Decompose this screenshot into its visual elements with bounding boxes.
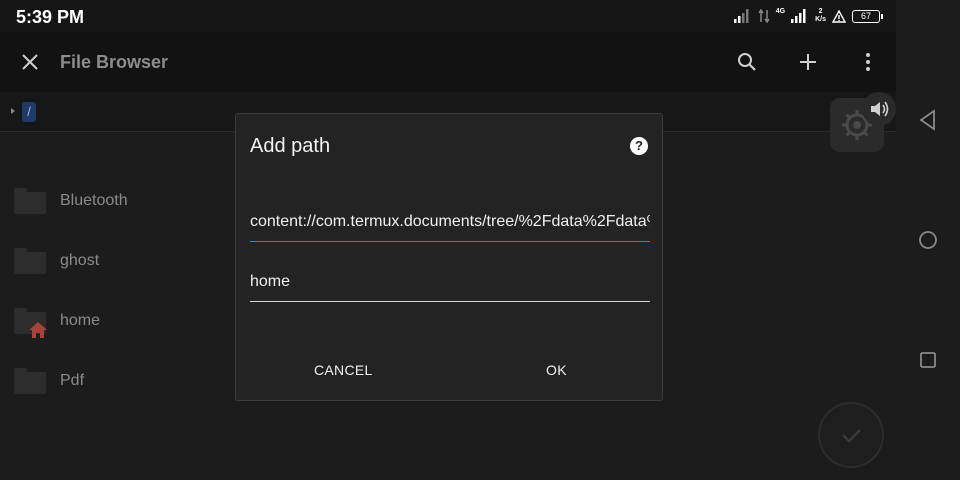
confirm-fab[interactable] bbox=[818, 402, 884, 468]
help-icon[interactable]: ? bbox=[630, 137, 648, 155]
signal-strong-icon bbox=[791, 9, 806, 23]
navigation-bar bbox=[896, 0, 960, 480]
screen: 5:39 PM 4G 2 K/s 67 File Browser / Bluet… bbox=[0, 0, 960, 480]
app-bar: File Browser bbox=[0, 32, 896, 92]
cancel-button[interactable]: CANCEL bbox=[314, 362, 373, 378]
signal-weak-icon bbox=[733, 9, 749, 23]
app-title: File Browser bbox=[60, 52, 169, 72]
battery-indicator: 67 bbox=[852, 9, 883, 23]
ok-button[interactable]: OK bbox=[546, 362, 567, 378]
file-name: Pdf bbox=[60, 372, 85, 389]
breadcrumb-arrow-icon bbox=[11, 108, 15, 114]
home-nav-icon[interactable] bbox=[916, 228, 940, 252]
alert-triangle-icon bbox=[832, 9, 846, 23]
breadcrumb-root[interactable]: / bbox=[22, 102, 36, 122]
file-name: Bluetooth bbox=[60, 192, 128, 209]
more-vert-icon[interactable] bbox=[856, 50, 880, 74]
check-icon bbox=[842, 429, 861, 443]
close-icon[interactable] bbox=[18, 50, 42, 74]
data-transfer-icon bbox=[758, 8, 770, 24]
file-name: ghost bbox=[60, 252, 100, 269]
name-input[interactable]: home bbox=[250, 266, 650, 302]
file-name: home bbox=[60, 312, 101, 329]
add-path-dialog: Add path ? content://com.termux.document… bbox=[235, 113, 663, 401]
back-icon[interactable] bbox=[916, 108, 940, 132]
folder-icon bbox=[14, 188, 46, 214]
data-speed-value: 2 bbox=[818, 8, 823, 15]
volume-button[interactable] bbox=[862, 92, 896, 126]
data-speed: 2 K/s bbox=[815, 8, 826, 24]
add-icon[interactable] bbox=[796, 50, 820, 74]
status-time: 5:39 PM bbox=[16, 7, 85, 27]
search-icon[interactable] bbox=[735, 50, 759, 74]
data-speed-unit: K/s bbox=[815, 16, 826, 23]
dialog-title: Add path bbox=[250, 135, 331, 157]
folder-icon bbox=[14, 248, 46, 274]
network-type-label: 4G bbox=[775, 7, 786, 15]
status-icons: 4G 2 K/s 67 bbox=[733, 6, 883, 26]
folder-icon bbox=[14, 308, 47, 338]
folder-icon bbox=[14, 368, 46, 394]
home-icon bbox=[29, 322, 47, 338]
volume-icon bbox=[871, 101, 889, 117]
uri-input[interactable]: content://com.termux.documents/tree/%2Fd… bbox=[250, 206, 650, 242]
status-bar: 5:39 PM 4G 2 K/s 67 bbox=[0, 0, 896, 32]
recents-icon[interactable] bbox=[916, 348, 940, 372]
